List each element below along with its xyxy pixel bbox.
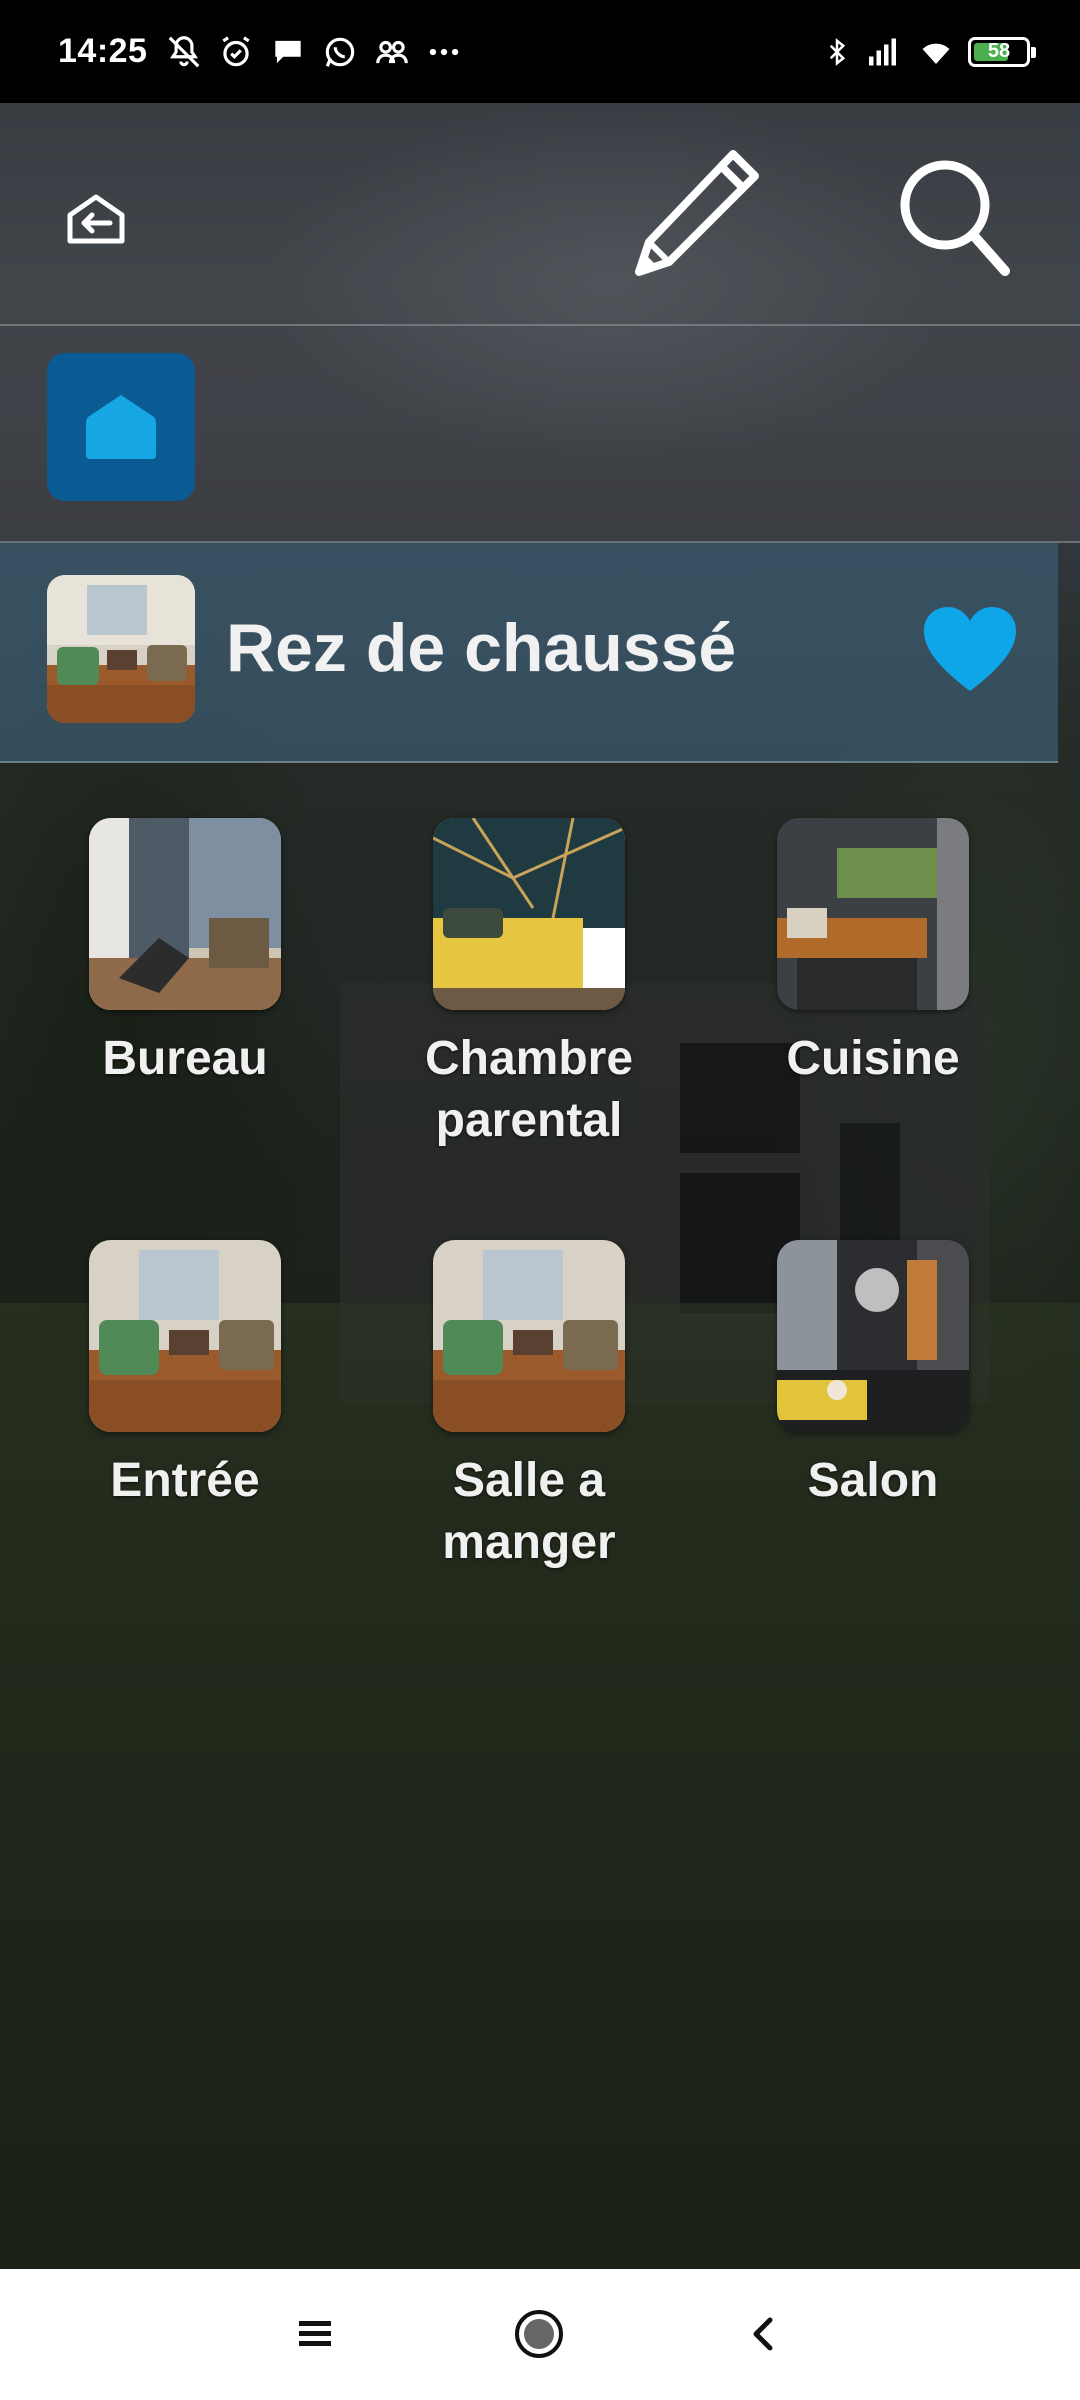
room-label: Chambre parental xyxy=(424,1032,634,1147)
search-button[interactable] xyxy=(880,143,1030,293)
more-dots-icon xyxy=(430,48,459,55)
room-thumbnail xyxy=(777,818,969,1010)
nav-recents-button[interactable] xyxy=(270,2289,360,2379)
pencil-icon xyxy=(635,150,759,276)
room-label: Salon xyxy=(807,1454,939,1507)
nav-back-button[interactable] xyxy=(718,2289,808,2379)
battery-indicator: 58 xyxy=(968,36,1036,67)
top-app-bar xyxy=(0,103,1080,326)
alarm-icon xyxy=(222,35,251,66)
system-nav-bar xyxy=(0,2269,1080,2400)
menu-icon xyxy=(299,2321,331,2346)
room-label: Cuisine xyxy=(786,1032,960,1085)
room-tile[interactable]: Chambre parental xyxy=(379,818,679,1152)
status-time: 14:25 xyxy=(58,32,148,70)
room-label: Entrée xyxy=(110,1454,260,1507)
group-icon xyxy=(376,40,409,63)
home-tile[interactable] xyxy=(47,353,195,501)
room-tile[interactable]: Salle a manger xyxy=(379,1240,679,1574)
house-icon xyxy=(86,395,156,459)
room-thumbnail xyxy=(777,1240,969,1432)
back-chevron-icon xyxy=(753,2317,773,2351)
battery-level: 58 xyxy=(987,40,1011,62)
status-system-icons: 58 xyxy=(822,34,1036,70)
room-label: Salle a manger xyxy=(442,1454,616,1569)
room-thumbnail xyxy=(89,818,281,1010)
notifications-off-icon xyxy=(169,35,200,67)
back-button[interactable] xyxy=(56,179,136,259)
heart-icon xyxy=(924,607,1016,691)
search-icon xyxy=(900,160,1010,276)
nav-home-button[interactable] xyxy=(494,2289,584,2379)
bluetooth-icon xyxy=(829,37,846,66)
home-row xyxy=(0,326,1080,543)
room-tile[interactable]: Salon xyxy=(723,1240,1023,1512)
room-tile[interactable]: Entrée xyxy=(35,1240,335,1512)
back-icon xyxy=(67,194,125,244)
chat-bubble-icon xyxy=(275,40,302,63)
home-circle-icon xyxy=(515,2310,563,2358)
floor-thumbnail xyxy=(47,575,195,723)
room-label: Bureau xyxy=(102,1032,268,1085)
status-notification-icons xyxy=(165,33,463,71)
room-thumbnail xyxy=(433,818,625,1010)
floor-header[interactable]: Rez de chaussé xyxy=(0,543,1058,763)
signal-icon xyxy=(869,38,896,65)
room-thumbnail xyxy=(89,1240,281,1432)
favorite-button[interactable] xyxy=(920,603,1020,698)
room-tile[interactable]: Bureau xyxy=(35,818,335,1090)
status-bar: 14:25 58 xyxy=(0,0,1080,103)
floor-title: Rez de chaussé xyxy=(226,610,737,686)
wifi-icon xyxy=(922,43,950,64)
room-tile[interactable]: Cuisine xyxy=(723,818,1023,1090)
edit-button[interactable] xyxy=(620,139,770,289)
whatsapp-icon xyxy=(326,37,355,67)
room-thumbnail xyxy=(433,1240,625,1432)
